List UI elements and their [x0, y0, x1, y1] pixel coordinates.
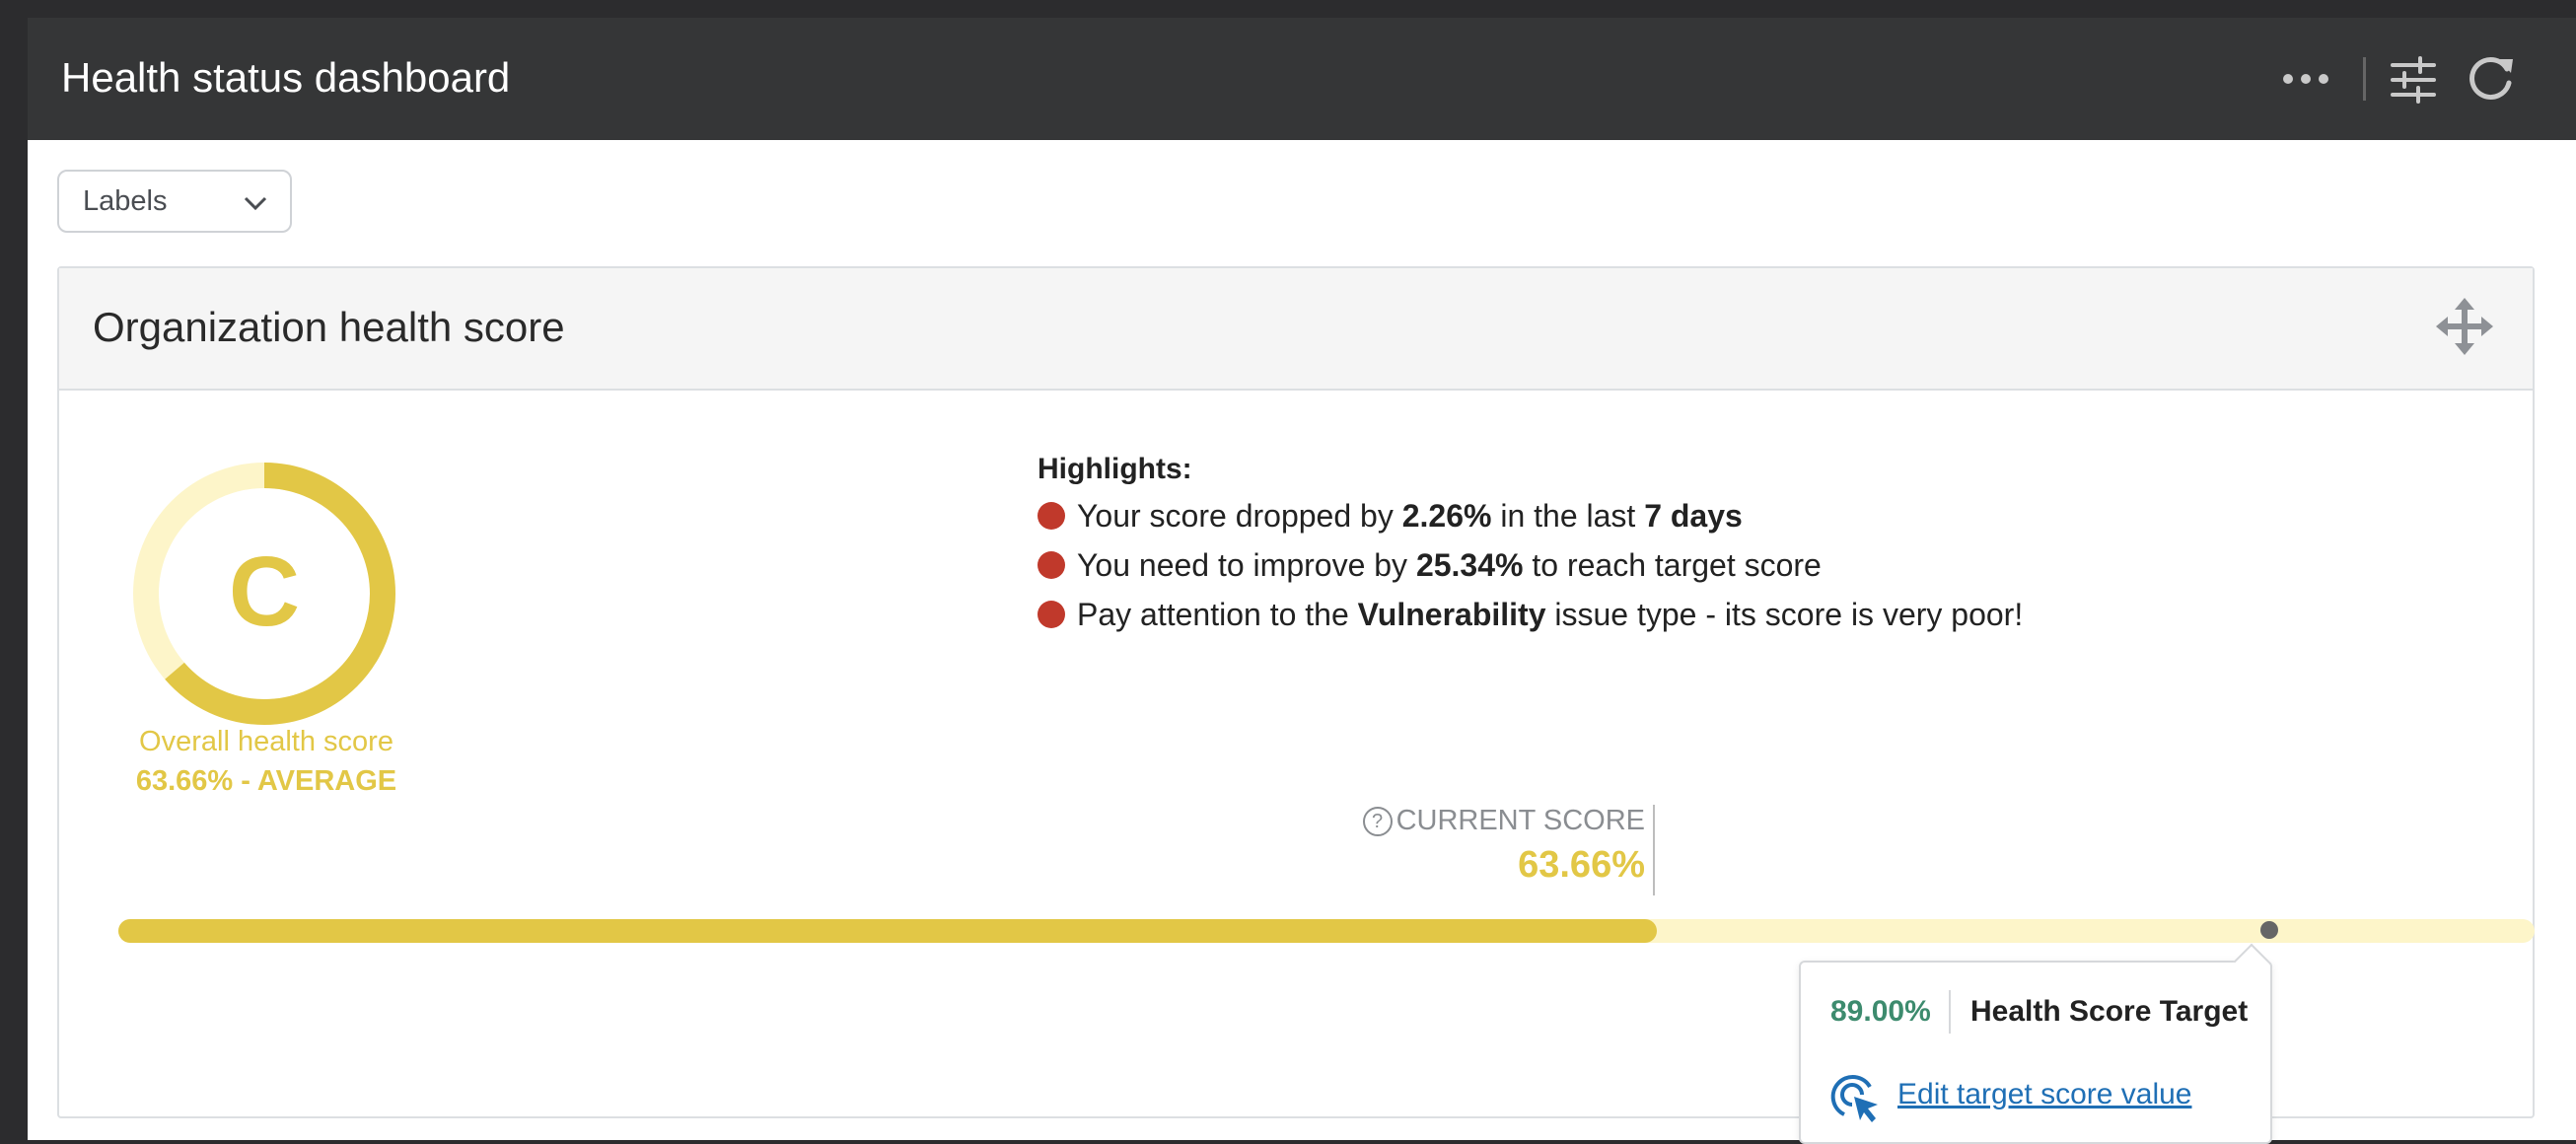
- dashboard-header: Health status dashboard: [28, 18, 2576, 140]
- popover-arrow: [2233, 943, 2270, 980]
- help-icon[interactable]: ?: [1362, 807, 1393, 836]
- panel-header: Organization health score: [59, 268, 2533, 391]
- progress-fill: [118, 919, 1657, 943]
- alert-dot-icon: [1038, 551, 1065, 579]
- current-score-label-text: CURRENT SCORE: [1395, 805, 1645, 836]
- current-score-value: 63.66%: [1518, 844, 1645, 886]
- highlight-item: You need to improve by 25.34% to reach t…: [1038, 540, 2023, 590]
- alert-dot-icon: [1038, 601, 1065, 628]
- organization-health-score-panel: Organization health score C Overall heal…: [57, 266, 2535, 1144]
- toolbar-divider: [2363, 57, 2366, 101]
- highlight-item: Your score dropped by 2.26% in the last …: [1038, 491, 2023, 540]
- popover-divider: [1949, 990, 1951, 1034]
- highlight-item: Pay attention to the Vulnerability issue…: [1038, 590, 2023, 639]
- highlight-text: You need to improve by: [1077, 547, 1416, 583]
- highlights-section: Highlights: Your score dropped by 2.26% …: [1038, 448, 2023, 639]
- filter-icon[interactable]: [2389, 55, 2438, 105]
- target-score-popover: 89.00% Health Score Target Edit target s…: [1799, 943, 2272, 1144]
- highlight-text: in the last: [1491, 498, 1645, 534]
- current-score-label: ? CURRENT SCORE: [1331, 801, 1645, 840]
- target-marker[interactable]: [2259, 921, 2278, 939]
- highlight-emphasis: 25.34%: [1415, 547, 1524, 583]
- highlight-text: Pay attention to the: [1077, 597, 1358, 632]
- cursor-click-icon[interactable]: [1830, 1073, 1882, 1124]
- overall-health-score-label: Overall health score: [139, 726, 394, 757]
- highlight-emphasis: 2.26%: [1401, 498, 1492, 534]
- health-score-progress-bar: [118, 919, 2535, 943]
- labels-dropdown-value: Labels: [83, 185, 168, 217]
- highlights-title: Highlights:: [1038, 453, 1192, 485]
- target-score-value: 89.00%: [1830, 995, 1931, 1028]
- alert-dot-icon: [1038, 502, 1065, 530]
- target-score-label: Health Score Target: [1970, 995, 2249, 1028]
- current-score-marker-line: [1653, 805, 1655, 895]
- highlight-text: to reach target score: [1523, 547, 1822, 583]
- highlight-emphasis: Vulnerability: [1357, 597, 1546, 632]
- overall-health-score-value: 63.66% - AVERAGE: [135, 765, 397, 797]
- panel-title: Organization health score: [93, 304, 565, 350]
- chevron-down-icon: [244, 196, 267, 211]
- refresh-icon[interactable]: [2464, 53, 2517, 107]
- highlight-text: issue type - its score is very poor!: [1545, 597, 2024, 632]
- edit-target-score-link[interactable]: Edit target score value: [1897, 1075, 2192, 1114]
- highlight-emphasis: 7 days: [1644, 498, 1743, 534]
- current-score-marker: ? CURRENT SCORE 63.66%: [1331, 801, 1645, 890]
- highlight-text: Your score dropped by: [1077, 498, 1402, 534]
- labels-dropdown[interactable]: Labels: [57, 170, 292, 233]
- move-icon[interactable]: [2436, 298, 2493, 355]
- more-icon[interactable]: [2278, 57, 2333, 101]
- dashboard-window: Health status dashboard Labels Organizat…: [28, 18, 2576, 1144]
- dashboard-title: Health status dashboard: [61, 54, 511, 101]
- health-grade: C: [228, 536, 301, 647]
